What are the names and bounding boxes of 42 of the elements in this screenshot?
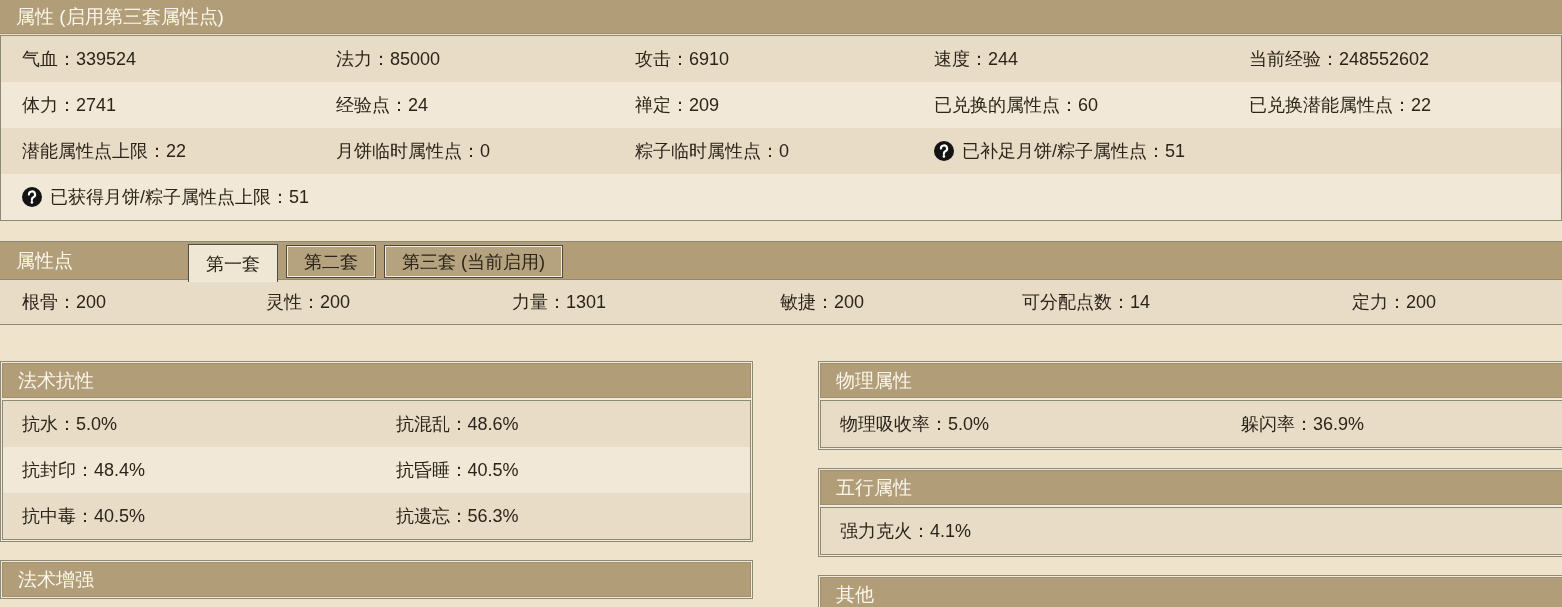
stat-text: 抗中毒：40.5% (22, 506, 146, 526)
panel-title: 法术抗性 (18, 368, 94, 393)
stat-text: 已补足月饼/粽子属性点：51 (962, 140, 1186, 163)
stat-text: 经验点：24 (336, 94, 429, 117)
stat-text: 可分配点数：14 (1022, 291, 1151, 314)
stat-text: 定力：200 (1352, 291, 1437, 314)
stat-text: 灵性：200 (266, 291, 351, 314)
stat-text: 抗封印：48.4% (22, 460, 146, 480)
stat-text: 躲闪率：36.9% (1241, 414, 1365, 434)
stat-text: 体力：2741 (22, 94, 117, 117)
stat-text: 已获得月饼/粽子属性点上限：51 (50, 186, 310, 209)
help-icon[interactable] (22, 187, 42, 207)
stat-text: 已兑换潜能属性点：22 (1249, 94, 1432, 117)
stat-text: 气血：339524 (22, 48, 137, 71)
stat-text: 月饼临时属性点：0 (336, 140, 490, 163)
stat-text: 已兑换的属性点：60 (934, 94, 1099, 117)
stat-text: 禅定：209 (635, 94, 720, 117)
set-tab[interactable]: 第一套 (188, 244, 278, 282)
stat-text: 物理吸收率：5.0% (840, 414, 990, 434)
panel-title: 物理属性 (836, 368, 912, 393)
stat-text: 当前经验：248552602 (1249, 48, 1430, 71)
set-tab[interactable]: 第二套 (286, 245, 376, 278)
stat-text: 潜能属性点上限：22 (22, 140, 187, 163)
stat-text: 粽子临时属性点：0 (635, 140, 789, 163)
stat-text: 法力：85000 (336, 48, 441, 71)
stat-text: 攻击：6910 (635, 48, 730, 71)
set-tab[interactable]: 第三套 (当前启用) (384, 245, 563, 278)
stat-text: 根骨：200 (22, 291, 107, 314)
stat-text: 速度：244 (934, 48, 1019, 71)
stat-text: 抗昏睡：40.5% (395, 460, 519, 480)
panel-title: 其他 (836, 582, 874, 607)
panel-title: 法术增强 (18, 567, 94, 592)
stat-text: 抗水：5.0% (22, 414, 118, 434)
help-icon[interactable] (934, 141, 954, 161)
stat-text: 抗遗忘：56.3% (395, 506, 519, 526)
stat-text: 抗混乱：48.6% (395, 414, 519, 434)
section-title: 属性点 (15, 248, 73, 273)
panel-title: 五行属性 (836, 475, 912, 500)
section-title: 属性 (启用第三套属性点) (16, 4, 224, 29)
stat-text: 强力克火：4.1% (840, 521, 972, 541)
stat-text: 敏捷：200 (780, 291, 865, 314)
stat-text: 力量：1301 (512, 291, 607, 314)
